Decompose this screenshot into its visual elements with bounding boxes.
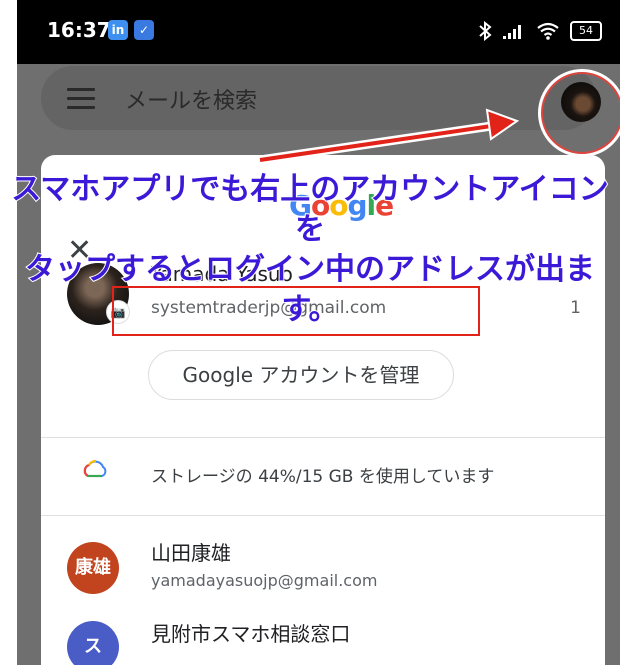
account-name[interactable]: 山田康雄 [151, 537, 231, 566]
status-bar: 16:37 in ✓ 54 [17, 0, 620, 64]
status-time: 16:37 [47, 18, 111, 42]
divider [41, 437, 605, 438]
divider [41, 515, 605, 516]
search-input[interactable]: メールを検索 [125, 83, 257, 115]
manage-account-button[interactable]: Google アカウントを管理 [148, 350, 454, 400]
hamburger-icon[interactable] [67, 88, 95, 109]
highlight-circle [538, 69, 620, 157]
cloud-icon [83, 459, 107, 478]
account-name[interactable]: 見附市スマホ相談窓口 [151, 618, 350, 647]
status-icons: 54 [478, 20, 602, 42]
annotation-line: タップするとログイン中のアドレスが出ます。 [24, 251, 596, 328]
storage-usage-text[interactable]: ストレージの 44%/15 GB を使用しています [151, 462, 494, 487]
wifi-icon [537, 22, 559, 40]
notification-app-icon: in [108, 20, 128, 40]
search-bar[interactable]: メールを検索 [41, 66, 620, 157]
signal-icon [503, 25, 521, 39]
gmail-app-area: メールを検索 Google ✕ 📷 Yamada Yasuo systemtra… [17, 64, 620, 665]
account-email[interactable]: yamadayasuojp@gmail.com [151, 571, 377, 590]
notification-app-icon-2: ✓ [134, 20, 154, 40]
account-avatar[interactable]: 康雄 [67, 542, 119, 594]
battery-indicator: 54 [570, 21, 602, 41]
account-avatar[interactable]: ス [67, 621, 119, 665]
bluetooth-icon [479, 21, 492, 41]
annotation-text: スマホアプリでも右上のアカウントアイコンを タップするとログイン中のアドレスが出… [0, 170, 620, 330]
annotation-line: スマホアプリでも右上のアカウントアイコンを [10, 171, 610, 248]
